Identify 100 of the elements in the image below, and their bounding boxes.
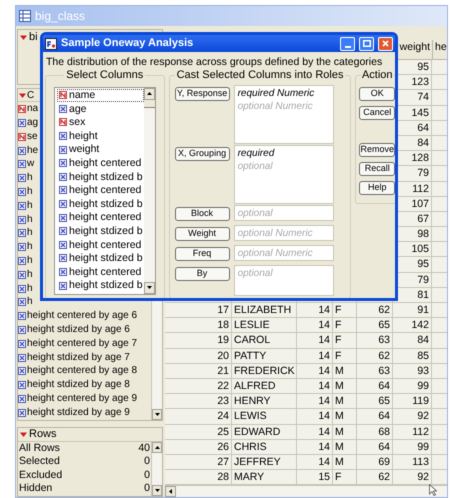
list-item[interactable]: sex	[57, 116, 144, 130]
scroll-left-button[interactable]	[165, 486, 176, 497]
list-item[interactable]: height	[57, 129, 144, 143]
list-item[interactable]: height centered	[57, 210, 144, 224]
table-icon	[19, 10, 31, 22]
column-item[interactable]: se	[27, 132, 38, 142]
disclosure-icon[interactable]	[20, 430, 27, 438]
column-item[interactable]: h	[27, 214, 33, 225]
column-item[interactable]: h	[27, 200, 33, 211]
row-number: 28	[165, 470, 232, 484]
disclosure-icon[interactable]	[20, 34, 27, 40]
role-button[interactable]: Weight	[174, 226, 230, 240]
role-button[interactable]: By	[174, 266, 230, 280]
column-item[interactable]: h	[27, 173, 33, 184]
column-item[interactable]: h	[27, 186, 33, 197]
close-button[interactable]	[378, 36, 393, 50]
table-cell	[432, 318, 447, 332]
role-list[interactable]: required optional	[234, 144, 334, 204]
column-item[interactable]: height centered by age 8	[27, 366, 138, 376]
scroll-down-button[interactable]	[144, 282, 155, 294]
list-item[interactable]: height stdized b	[57, 197, 144, 211]
column-item[interactable]: ag	[27, 118, 38, 128]
nominal-column-icon	[18, 105, 26, 114]
action-button[interactable]: Cancel	[359, 106, 395, 120]
list-item[interactable]: height centered	[57, 184, 144, 198]
role-button[interactable]: X, Grouping	[174, 146, 230, 160]
panel-title: Rows	[29, 426, 57, 442]
down-arrow-icon	[146, 286, 152, 289]
scroll-up-button[interactable]	[152, 442, 162, 453]
role-list[interactable]: required Numeric optional Numeric	[234, 84, 334, 144]
role-hint: optional Numeric	[238, 246, 314, 260]
scroll-down-button[interactable]	[152, 408, 162, 420]
action-button[interactable]: Remove	[359, 142, 395, 156]
disclosure-icon[interactable]	[19, 92, 26, 99]
role-hint: optional Numeric	[238, 100, 314, 112]
horizontal-scrollbar[interactable]	[165, 485, 447, 497]
continuous-column-icon	[18, 202, 26, 210]
action-button[interactable]: Help	[359, 180, 395, 194]
action-button[interactable]: OK	[359, 86, 395, 100]
column-header[interactable]: he	[432, 40, 447, 59]
column-item[interactable]: h	[27, 284, 33, 294]
list-item[interactable]: weight	[57, 142, 144, 156]
group-title: Cast Selected Columns into Roles	[176, 68, 344, 83]
scroll-up-button[interactable]	[144, 88, 155, 100]
list-item[interactable]: name	[57, 88, 144, 102]
column-item[interactable]: height centered by age 7	[27, 338, 138, 349]
row-state-count: 0	[144, 468, 150, 483]
column-item[interactable]: h	[27, 242, 33, 252]
column-item[interactable]: height centered by age 9	[27, 394, 138, 404]
row-state-label: Excluded	[19, 468, 62, 483]
list-item[interactable]: height stdized b	[57, 278, 144, 292]
row-number: 23	[165, 394, 232, 408]
list-item[interactable]: height stdized b	[57, 224, 144, 238]
table-cell: 68	[357, 424, 393, 439]
list-item[interactable]: height stdized b	[57, 252, 144, 266]
left-arrow-icon	[169, 489, 172, 494]
list-item[interactable]: age	[57, 102, 144, 116]
column-list[interactable]: name age sex height weight height centered height stdized b height centered height stdized b height centered height stdized b height centered height stdized b height centered height stdized b	[54, 86, 156, 294]
continuous-column-icon	[18, 188, 26, 196]
table-cell	[432, 106, 447, 120]
table-cell	[432, 75, 447, 90]
minimize-button[interactable]	[340, 36, 355, 50]
nominal-column-icon	[59, 91, 67, 100]
continuous-column-icon	[59, 132, 67, 140]
list-item[interactable]: height centered	[57, 156, 144, 170]
list-item[interactable]: height centered	[57, 238, 144, 252]
continuous-column-icon	[18, 354, 26, 362]
continuous-column-icon	[59, 240, 67, 249]
column-item[interactable]: height stdized by age 9	[27, 408, 130, 418]
action-button[interactable]: Recall	[359, 162, 395, 176]
vertical-scrollbar[interactable]	[144, 88, 155, 294]
column-item[interactable]: w	[27, 159, 34, 170]
column-item[interactable]: h	[27, 256, 33, 266]
column-item[interactable]: h	[27, 270, 33, 280]
maximize-button[interactable]	[359, 36, 374, 50]
continuous-column-icon	[18, 394, 26, 403]
column-item[interactable]: h	[27, 297, 33, 308]
column-item[interactable]: height centered by age 6	[27, 311, 138, 322]
role-button[interactable]: Y, Response	[174, 86, 230, 100]
table-cell: 65	[357, 394, 393, 408]
continuous-column-icon	[59, 146, 67, 154]
table-cell: 99	[393, 378, 432, 394]
list-item[interactable]: height stdized b	[57, 170, 144, 184]
table-cell: M	[333, 378, 357, 394]
role-button[interactable]: Block	[174, 206, 230, 220]
column-item[interactable]: height stdized by age 7	[27, 352, 130, 363]
scroll-down-button[interactable]	[152, 485, 162, 496]
continuous-column-icon	[59, 227, 67, 236]
table-cell	[432, 151, 447, 166]
list-item[interactable]: height centered	[57, 265, 144, 279]
continuous-column-icon	[18, 118, 26, 127]
table-cell	[432, 378, 447, 394]
column-item[interactable]: na	[27, 104, 38, 114]
role-button[interactable]: Freq	[174, 246, 230, 260]
column-item[interactable]: height stdized by age 8	[27, 380, 130, 390]
column-item[interactable]: h	[27, 228, 33, 238]
table-cell: HENRY	[232, 394, 297, 408]
vertical-scrollbar[interactable]	[151, 442, 162, 496]
column-item[interactable]: height stdized by age 6	[27, 324, 130, 335]
column-item[interactable]: he	[27, 146, 38, 156]
